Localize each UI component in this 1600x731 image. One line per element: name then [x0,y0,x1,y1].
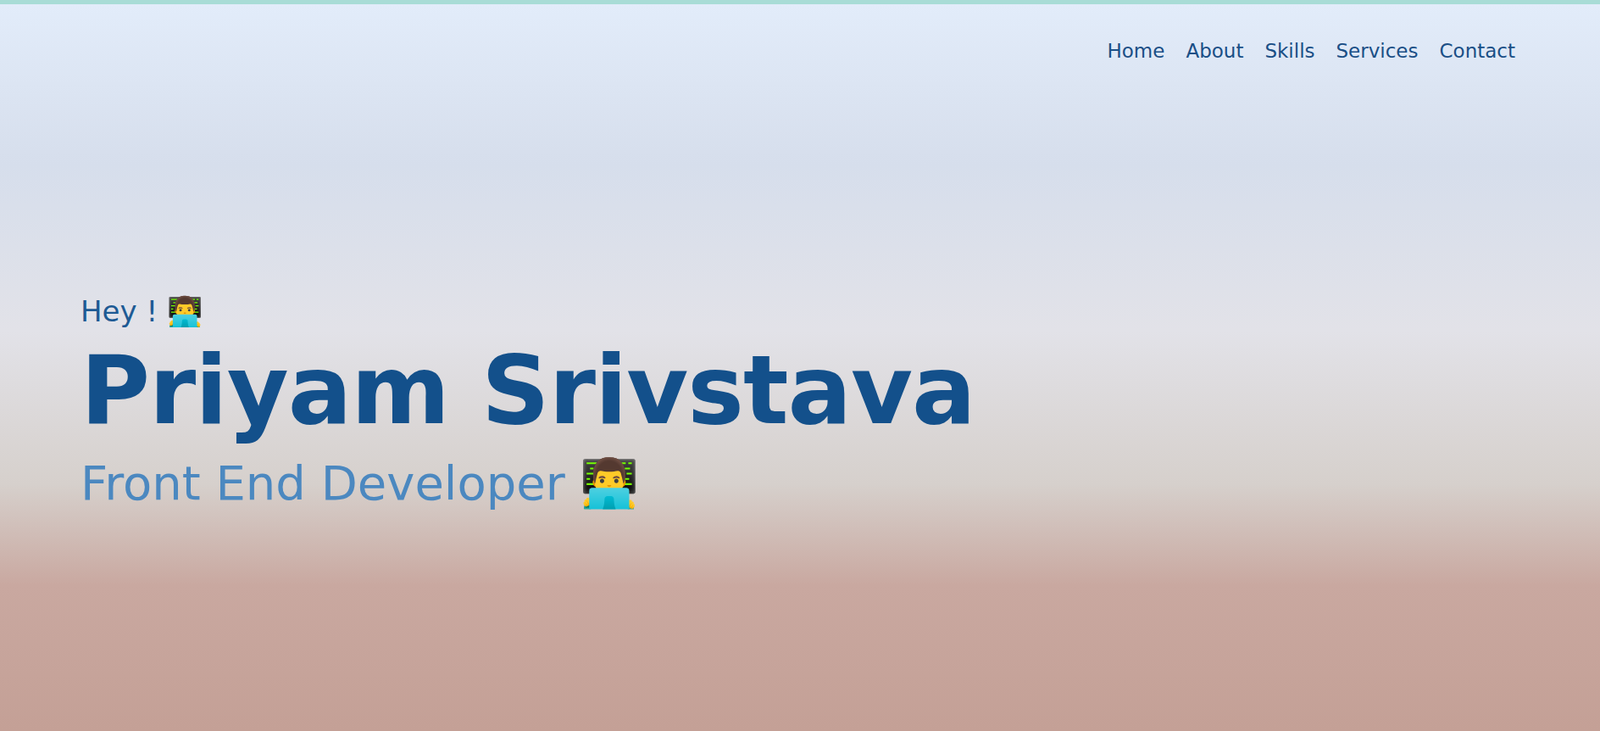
nav-link[interactable]: Contact [1439,34,1516,68]
hero-name: Priyam Srivstava [80,338,1600,443]
greeting: Hey ! 👨‍💻 [80,289,1600,334]
hero-intro: Hey ! 👨‍💻 Priyam Srivstava Front End Dev… [0,67,1600,512]
nav-link[interactable]: Skills [1264,34,1315,68]
nav-link[interactable]: Home [1107,34,1166,68]
hero-role: Front End Developer 👨‍💻 [80,454,1600,512]
nav-link[interactable]: Services [1336,34,1419,68]
navbar: Home About Skills Services Contact [0,4,1600,68]
nav-link[interactable]: About [1185,34,1244,68]
hero-background: Home About Skills Services Contact Hey ! 👨‍💻… [0,4,1600,731]
